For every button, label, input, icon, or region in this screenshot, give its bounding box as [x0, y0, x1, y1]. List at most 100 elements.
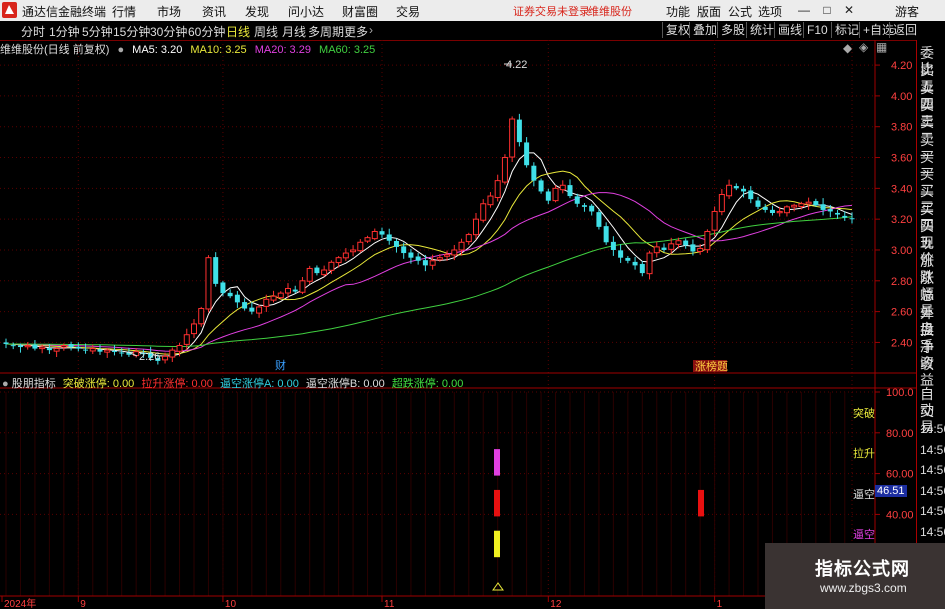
candle-body-down — [17, 345, 23, 348]
indicator-value-box: 46.51 — [875, 485, 907, 497]
candle-body-up — [559, 184, 566, 191]
ma10-line — [5, 170, 853, 355]
candle-body-down — [639, 263, 645, 274]
candle-body-up — [176, 345, 183, 352]
candle-body-up — [321, 269, 328, 276]
finance-marker[interactable]: 财 — [275, 358, 286, 372]
candle-body-down — [379, 231, 385, 235]
x-tick-label: 12 — [550, 599, 562, 609]
candle-body-down — [292, 289, 298, 292]
candle-body-up — [726, 184, 733, 197]
candle-body-down — [842, 215, 848, 218]
candle-body-up — [285, 288, 291, 294]
low-annotation: 2.26 — [139, 351, 160, 363]
ind-right-label-squeeze: 逼空 — [853, 489, 875, 501]
x-tick-label: 2024年 — [4, 597, 36, 609]
candle-body-down — [596, 212, 602, 227]
candle-body-up — [458, 241, 465, 251]
ind-right-label-squeeze2: 逼空 — [853, 529, 875, 541]
breakout-value: 突破涨停: 0.00 — [62, 378, 135, 390]
candle-body-down — [733, 186, 739, 189]
candle-body-up — [509, 118, 516, 158]
price-tick-label: 3.20 — [891, 214, 912, 226]
price-chart[interactable]: 4.20 4.00 3.80 3.60 3.40 3.20 3.00 2.80 2.60 2.40… — [0, 0, 945, 609]
candle-body-down — [589, 205, 595, 212]
candle-body-down — [762, 206, 768, 210]
price-tick-label: 4.00 — [891, 91, 912, 103]
ma60-line — [6, 216, 853, 347]
candle-body-up — [473, 218, 479, 236]
candle-body-up — [436, 257, 443, 261]
candle-body-up — [487, 195, 494, 206]
candle-body-up — [270, 295, 277, 301]
candle-body-down — [46, 348, 52, 351]
price-tick-label: 4.20 — [891, 60, 912, 72]
indicator-tick-label: 60.00 — [886, 469, 914, 481]
candle-body-up — [451, 249, 458, 256]
candle-body-down — [632, 261, 638, 266]
candle-body-up — [501, 157, 508, 183]
tick-time: 14:56 — [920, 504, 945, 518]
candle-body-down — [10, 345, 16, 347]
candle-body-down — [422, 260, 428, 266]
candle-body-down — [690, 244, 696, 252]
tick-time: 14:56 — [920, 483, 945, 498]
x-tick-label: 1 — [717, 599, 723, 609]
price-tick-label: 3.60 — [891, 153, 912, 165]
candle-body-down — [68, 344, 74, 348]
candle-body-up — [776, 210, 783, 214]
candle-body-down — [813, 201, 819, 206]
tick-time: 14:56 — [920, 463, 945, 477]
ma5-line — [5, 152, 853, 357]
tick-time: 14:56 — [920, 442, 945, 457]
indicator-tick-label: 80.00 — [886, 428, 914, 440]
candle-body-down — [32, 344, 38, 349]
candle-body-down — [97, 349, 103, 352]
candle-body-down — [741, 188, 747, 192]
candle-body-up — [263, 298, 270, 307]
tick-time: 14:56 — [920, 524, 945, 539]
candle-body-down — [849, 218, 855, 220]
squeeze-b-value: 逼空涨停B: 0.00 — [305, 378, 385, 390]
candle-body-down — [119, 352, 125, 354]
candle-body-down — [625, 257, 631, 261]
candle-body-down — [386, 234, 392, 241]
price-tick-label: 2.40 — [891, 337, 912, 349]
watermark: 指标公式网 www.zbgs3.com — [765, 543, 945, 609]
candle-body-up — [552, 187, 559, 202]
candle-body-up — [198, 308, 205, 325]
indicator-menu-icon[interactable]: ● — [2, 378, 9, 390]
quote-label: 收益 — [920, 356, 934, 389]
candle-body-up — [718, 194, 725, 213]
rank-marker[interactable]: 涨榜题 — [695, 359, 728, 373]
signal-bar — [494, 449, 500, 476]
candle-body-up — [169, 349, 176, 358]
price-tick-label: 2.80 — [891, 276, 912, 288]
watermark-title: 指标公式网 — [815, 559, 910, 579]
candle-body-up — [697, 247, 704, 252]
candle-body-up — [429, 260, 436, 266]
signal-bar — [494, 489, 500, 517]
candle-body-up — [350, 249, 357, 253]
candle-body-down — [524, 142, 530, 166]
candle-body-down — [401, 246, 407, 254]
candle-body-up — [39, 346, 46, 350]
candle-body-up — [798, 203, 805, 208]
candle-body-down — [220, 282, 226, 294]
candle-body-up — [364, 237, 371, 242]
candle-body-down — [610, 241, 616, 250]
watermark-url: www.zbgs3.com — [820, 581, 907, 595]
signal-bar — [494, 530, 500, 558]
candle-body-down — [661, 247, 667, 250]
candle-body-down — [242, 302, 248, 309]
ind-right-label-breakout: 突破 — [853, 408, 875, 420]
candle-body-up — [480, 203, 487, 221]
indicator-name[interactable]: 股朋指标 — [12, 378, 56, 390]
candle-body-up — [371, 230, 378, 240]
candle-body-down — [75, 346, 81, 349]
indicator-tick-label: 100.0 — [886, 387, 914, 399]
ma20-line — [6, 192, 853, 352]
candle-body-down — [408, 252, 414, 258]
candle-body-down — [603, 226, 609, 243]
candle-body-up — [805, 201, 812, 205]
